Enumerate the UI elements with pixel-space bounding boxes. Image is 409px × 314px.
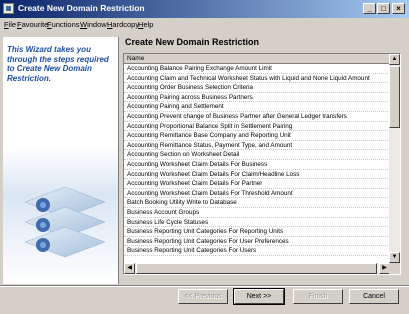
previous-label: << Previous bbox=[184, 293, 222, 300]
menu-bar: File Favourite Functions Window Hardcopy… bbox=[0, 19, 409, 32]
list-item[interactable]: Accounting Remittance Base Company and R… bbox=[124, 131, 390, 141]
next-label: Next >> bbox=[246, 293, 272, 300]
list-item[interactable]: Business Life Cycle Statuses bbox=[124, 218, 390, 228]
maximize-button[interactable]: □ bbox=[377, 3, 390, 14]
scroll-left-icon[interactable]: ◀ bbox=[124, 263, 135, 274]
list-item[interactable]: Business Reporting Unit Categories For R… bbox=[124, 227, 390, 237]
list-item[interactable]: Business Reporting Unit Categories For U… bbox=[124, 246, 390, 256]
list-item[interactable]: Accounting Worksheet Claim Details For T… bbox=[124, 189, 390, 199]
menu-favourite[interactable]: Favourite bbox=[17, 20, 48, 29]
wizard-illustration bbox=[3, 147, 118, 284]
list-item[interactable]: Accounting Pairing and Settlement bbox=[124, 102, 390, 112]
finish-label: Finish bbox=[308, 293, 328, 300]
finish-button[interactable]: Finish bbox=[293, 289, 343, 304]
scroll-corner bbox=[389, 263, 400, 274]
app-icon bbox=[3, 3, 14, 14]
window-title: Create New Domain Restriction bbox=[18, 3, 145, 13]
menu-functions[interactable]: Functions bbox=[47, 20, 80, 29]
list-item[interactable]: Accounting Pairing across Business Partn… bbox=[124, 93, 390, 103]
next-button[interactable]: Next >> bbox=[233, 288, 285, 305]
scroll-down-icon[interactable]: ▼ bbox=[389, 252, 400, 263]
list-item[interactable]: Accounting Order Business Selection Crit… bbox=[124, 83, 390, 93]
list-item[interactable]: Accounting Remittance Status, Payment Ty… bbox=[124, 141, 390, 151]
wizard-side-panel: This Wizard takes you through the steps … bbox=[3, 37, 119, 284]
list-item[interactable]: Accounting Worksheet Claim Details For P… bbox=[124, 179, 390, 189]
menu-hardcopy[interactable]: Hardcopy bbox=[107, 20, 139, 29]
list-rows: Accounting Balance Pairing Exchange Amou… bbox=[124, 64, 390, 256]
list-item[interactable]: Batch Booking Utility Write to Database bbox=[124, 198, 390, 208]
vertical-scrollbar[interactable]: ▲ ▼ bbox=[389, 54, 400, 263]
minimize-button[interactable]: _ bbox=[363, 3, 376, 14]
cancel-label: Cancel bbox=[363, 293, 385, 300]
list-item[interactable]: Accounting Worksheet Claim Details For C… bbox=[124, 170, 390, 180]
list-item[interactable]: Accounting Section on Worksheet Detail bbox=[124, 150, 390, 160]
list-item[interactable]: Business Account Groups bbox=[124, 208, 390, 218]
previous-button[interactable]: << Previous bbox=[178, 289, 228, 304]
menu-help[interactable]: Help bbox=[138, 20, 153, 29]
column-header-name[interactable]: Name bbox=[124, 54, 390, 64]
cancel-button[interactable]: Cancel bbox=[349, 289, 399, 304]
horizontal-scroll-thumb[interactable] bbox=[136, 263, 377, 274]
list-item[interactable]: Business Reporting Unit Categories For U… bbox=[124, 237, 390, 247]
button-separator bbox=[0, 285, 409, 287]
close-button[interactable]: × bbox=[392, 3, 405, 14]
list-item[interactable]: Accounting Balance Pairing Exchange Amou… bbox=[124, 64, 390, 74]
list-item[interactable]: Accounting Claim and Technical Worksheet… bbox=[124, 74, 390, 84]
list-item[interactable]: Accounting Prevent change of Business Pa… bbox=[124, 112, 390, 122]
list-item[interactable]: Accounting Proportional Balance Split in… bbox=[124, 122, 390, 132]
scroll-up-icon[interactable]: ▲ bbox=[389, 54, 400, 65]
horizontal-scrollbar[interactable]: ◀ ▶ bbox=[124, 263, 390, 274]
page-title: Create New Domain Restriction bbox=[125, 37, 260, 47]
menu-file[interactable]: File bbox=[4, 20, 16, 29]
restriction-list[interactable]: Name Accounting Balance Pairing Exchange… bbox=[123, 53, 401, 275]
list-item[interactable]: Accounting Worksheet Claim Details For B… bbox=[124, 160, 390, 170]
vertical-scroll-thumb[interactable] bbox=[389, 66, 400, 128]
menu-window[interactable]: Window bbox=[80, 20, 107, 29]
title-bar: Create New Domain Restriction _ □ × bbox=[0, 0, 409, 18]
